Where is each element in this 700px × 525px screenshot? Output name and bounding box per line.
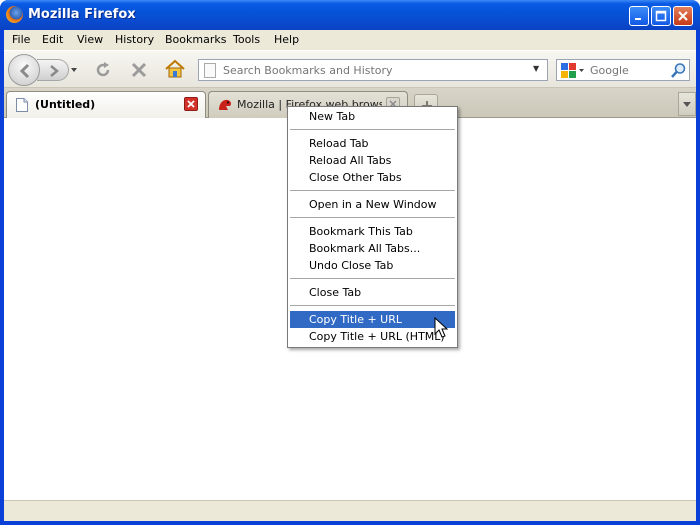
status-bar	[4, 500, 696, 521]
maximize-icon	[655, 10, 667, 22]
chevron-down-icon	[683, 102, 691, 107]
location-bar[interactable]: ▼	[198, 59, 548, 81]
history-dropdown-icon[interactable]	[70, 65, 78, 75]
menu-separator	[290, 278, 455, 279]
close-icon	[678, 11, 688, 21]
forward-button[interactable]	[37, 59, 69, 81]
location-dropdown-icon[interactable]: ▼	[533, 64, 539, 73]
home-icon[interactable]	[164, 58, 186, 80]
menu-separator	[290, 217, 455, 218]
menu-separator	[290, 129, 455, 130]
menu-separator	[290, 190, 455, 191]
minimize-button[interactable]	[629, 6, 649, 26]
page-icon	[204, 63, 216, 78]
mouse-cursor-icon	[434, 317, 448, 338]
tab-close-button[interactable]	[184, 97, 198, 111]
menu-separator	[290, 305, 455, 306]
search-icon[interactable]	[670, 62, 687, 79]
menu-item-bookmark-all-tabs[interactable]: Bookmark All Tabs...	[290, 240, 455, 257]
maximize-button[interactable]	[651, 6, 671, 26]
tab-untitled[interactable]: (Untitled)	[6, 91, 206, 119]
title-bar[interactable]: Mozilla Firefox	[0, 0, 700, 30]
menu-item-copy-title-url[interactable]: Copy Title + URL	[290, 311, 455, 328]
tab-title: (Untitled)	[35, 98, 96, 111]
menu-item-close-tab[interactable]: Close Tab	[290, 284, 455, 301]
menu-file[interactable]: File	[12, 33, 30, 46]
menu-bar: File Edit View History Bookmarks Tools H…	[4, 30, 696, 50]
menu-history[interactable]: History	[115, 33, 154, 46]
stop-icon[interactable]	[129, 60, 149, 80]
search-bar[interactable]	[556, 59, 690, 81]
menu-edit[interactable]: Edit	[42, 33, 63, 46]
window-title: Mozilla Firefox	[28, 7, 136, 22]
minimize-icon	[635, 18, 641, 20]
menu-help[interactable]: Help	[274, 33, 299, 46]
menu-item-new-tab[interactable]: New Tab	[290, 108, 455, 125]
menu-view[interactable]: View	[77, 33, 103, 46]
menu-item-open-in-new-window[interactable]: Open in a New Window	[290, 196, 455, 213]
google-engine-icon[interactable]	[559, 62, 585, 79]
navigation-toolbar: ▼	[4, 50, 696, 88]
menu-item-close-other-tabs[interactable]: Close Other Tabs	[290, 169, 455, 186]
location-input[interactable]	[223, 63, 523, 78]
reload-icon[interactable]	[93, 60, 113, 80]
back-arrow-icon	[19, 63, 30, 79]
menu-tools[interactable]: Tools	[233, 33, 260, 46]
menu-item-reload-all-tabs[interactable]: Reload All Tabs	[290, 152, 455, 169]
menu-item-copy-title-url-html[interactable]: Copy Title + URL (HTML)	[290, 328, 455, 345]
menu-bookmarks[interactable]: Bookmarks	[165, 33, 226, 46]
back-button[interactable]	[8, 54, 40, 86]
close-window-button[interactable]	[673, 6, 693, 26]
search-input[interactable]	[590, 63, 666, 78]
menu-item-reload-tab[interactable]: Reload Tab	[290, 135, 455, 152]
menu-item-undo-close-tab[interactable]: Undo Close Tab	[290, 257, 455, 274]
firefox-logo-icon	[6, 6, 23, 23]
close-icon	[187, 100, 195, 108]
tab-context-menu: New Tab Reload Tab Reload All Tabs Close…	[287, 106, 458, 348]
list-all-tabs-button[interactable]	[678, 92, 696, 116]
forward-arrow-icon	[50, 65, 59, 77]
menu-item-bookmark-this-tab[interactable]: Bookmark This Tab	[290, 223, 455, 240]
blank-page-icon	[16, 98, 28, 112]
mozilla-dino-icon	[219, 99, 232, 110]
